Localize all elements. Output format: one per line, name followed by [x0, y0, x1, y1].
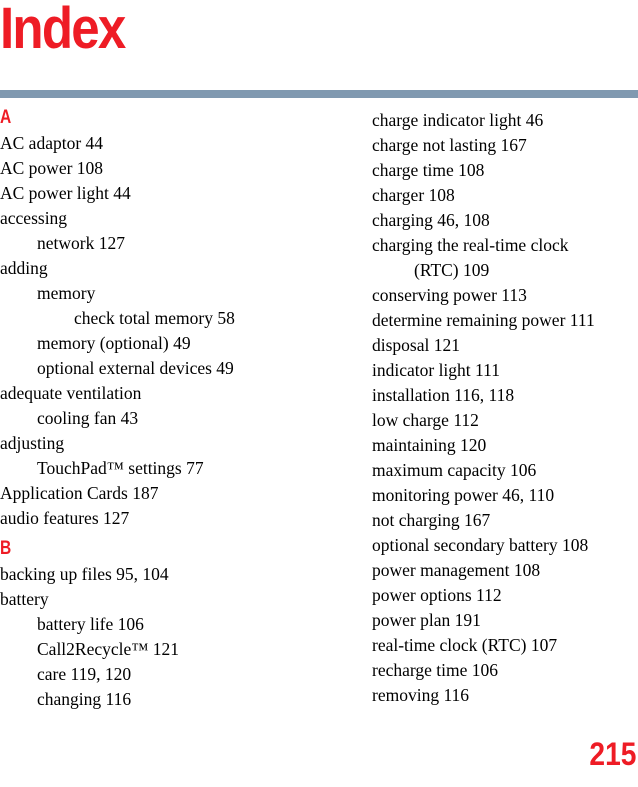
index-section-letter-a: A: [0, 107, 12, 128]
index-entry[interactable]: disposal 121: [372, 333, 638, 358]
index-entry[interactable]: memory: [0, 281, 266, 306]
index-entry[interactable]: monitoring power 46, 110: [372, 483, 638, 508]
index-entry[interactable]: charging the real-time clock: [372, 233, 638, 258]
index-entry[interactable]: network 127: [0, 231, 266, 256]
index-entry[interactable]: power management 108: [372, 558, 638, 583]
index-column-right: charge indicator light 46 charge not last…: [372, 108, 638, 708]
index-entry[interactable]: charge time 108: [372, 158, 638, 183]
index-entry[interactable]: (RTC) 109: [372, 258, 638, 283]
index-entry[interactable]: check total memory 58: [0, 306, 266, 331]
index-entry[interactable]: optional secondary battery 108: [372, 533, 638, 558]
page-number: 215: [589, 736, 636, 772]
index-entry[interactable]: power options 112: [372, 583, 638, 608]
index-entry[interactable]: indicator light 111: [372, 358, 638, 383]
index-section-letter-b: B: [0, 538, 12, 559]
index-entry[interactable]: real-time clock (RTC) 107: [372, 633, 638, 658]
index-entry[interactable]: determine remaining power 111: [372, 308, 638, 333]
index-column-left: A AC adaptor 44 AC power 108 AC power light…: [0, 108, 266, 712]
index-entry[interactable]: AC power 108: [0, 156, 266, 181]
index-page: Index A AC adaptor 44 AC power 108 AC power…: [0, 0, 638, 787]
index-entry[interactable]: backing up files 95, 104: [0, 562, 266, 587]
header-divider-rule: [0, 90, 638, 98]
index-entry[interactable]: adequate ventilation: [0, 381, 266, 406]
index-entry[interactable]: changing 116: [0, 687, 266, 712]
index-entry[interactable]: accessing: [0, 206, 266, 231]
index-entry[interactable]: Application Cards 187: [0, 481, 266, 506]
index-entry[interactable]: battery life 106: [0, 612, 266, 637]
index-entry[interactable]: adding: [0, 256, 266, 281]
page-title: Index: [0, 0, 126, 61]
index-entry[interactable]: optional external devices 49: [0, 356, 266, 381]
index-entry[interactable]: TouchPad™ settings 77: [0, 456, 266, 481]
index-entry[interactable]: recharge time 106: [372, 658, 638, 683]
index-entry[interactable]: cooling fan 43: [0, 406, 266, 431]
index-entry[interactable]: memory (optional) 49: [0, 331, 266, 356]
index-entry[interactable]: maintaining 120: [372, 433, 638, 458]
index-entry[interactable]: charge indicator light 46: [372, 108, 638, 133]
index-entry[interactable]: charger 108: [372, 183, 638, 208]
index-entry[interactable]: charge not lasting 167: [372, 133, 638, 158]
index-entry[interactable]: audio features 127: [0, 506, 266, 531]
index-entry[interactable]: battery: [0, 587, 266, 612]
index-entry[interactable]: installation 116, 118: [372, 383, 638, 408]
index-columns: A AC adaptor 44 AC power 108 AC power light…: [0, 108, 638, 768]
index-entry[interactable]: conserving power 113: [372, 283, 638, 308]
index-entry[interactable]: maximum capacity 106: [372, 458, 638, 483]
index-entry[interactable]: power plan 191: [372, 608, 638, 633]
index-entry[interactable]: care 119, 120: [0, 662, 266, 687]
index-entry[interactable]: not charging 167: [372, 508, 638, 533]
index-entry[interactable]: low charge 112: [372, 408, 638, 433]
index-entry[interactable]: charging 46, 108: [372, 208, 638, 233]
index-entry[interactable]: Call2Recycle™ 121: [0, 637, 266, 662]
index-entry[interactable]: adjusting: [0, 431, 266, 456]
index-entry[interactable]: AC adaptor 44: [0, 131, 266, 156]
index-entry[interactable]: AC power light 44: [0, 181, 266, 206]
index-entry[interactable]: removing 116: [372, 683, 638, 708]
